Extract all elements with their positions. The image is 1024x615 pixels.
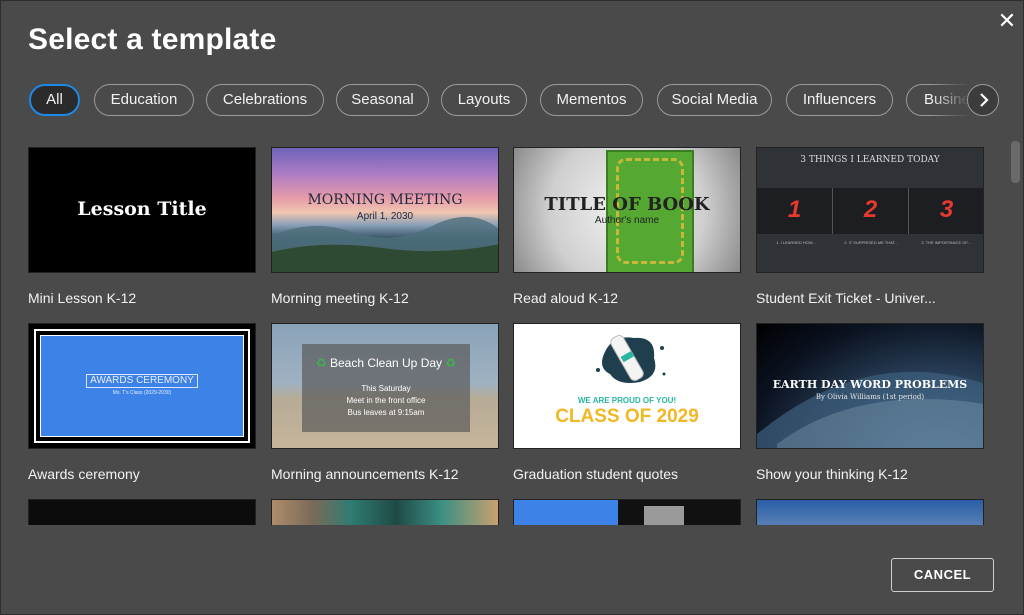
- thumb-number: 1: [787, 196, 802, 223]
- template-name: Morning announcements K-12: [271, 466, 459, 482]
- template-name: Mini Lesson K-12: [28, 290, 137, 306]
- filter-chip-celebrations[interactable]: Celebrations: [206, 84, 324, 116]
- thumb-title: TITLE OF BOOK: [544, 194, 710, 215]
- template-thumbnail: Lesson Title: [28, 147, 256, 273]
- close-icon[interactable]: ✕: [995, 9, 1019, 33]
- diploma-icon: [596, 335, 666, 383]
- thumb-footnote: 3. THE IMPORTANCE OF...: [921, 240, 971, 245]
- thumb-photo: [644, 506, 684, 525]
- chevron-right-icon[interactable]: [967, 84, 999, 116]
- template-thumbnail: MORNING MEETING April 1, 2030: [271, 147, 499, 273]
- template-grid: Lesson Title Mini Lesson K-12 MORNING ME…: [1, 139, 1024, 525]
- thumb-subtitle: Author's name: [594, 215, 660, 226]
- filter-chip-layouts[interactable]: Layouts: [441, 84, 527, 116]
- thumb-line: Bus leaves at 9:15am: [347, 408, 425, 417]
- template-thumbnail: AWARDS CEREMONY Ms. T's Class (2029-2030…: [28, 323, 256, 449]
- chips-fade: [931, 84, 969, 118]
- template-name: Graduation student quotes: [513, 466, 679, 482]
- template-name: Read aloud K-12: [513, 290, 619, 306]
- thumb-subtitle: Ms. T's Class (2029-2030): [112, 390, 172, 396]
- filter-chip-seasonal[interactable]: Seasonal: [336, 84, 429, 116]
- thumb-title: AWARDS CEREMONY: [86, 374, 198, 388]
- template-thumbnail: [271, 499, 499, 525]
- thumb-title: Lesson Title: [77, 198, 207, 220]
- thumb-footnote: 2. IT SURPRISED ME THAT...: [844, 240, 898, 245]
- filter-chip-all[interactable]: All: [29, 84, 80, 116]
- recycle-icon: ♻: [445, 356, 457, 370]
- template-thumbnail: [28, 499, 256, 525]
- template-thumbnail: 3 THINGS I LEARNED TODAY 1 2 3 1. I LEAR…: [756, 147, 984, 273]
- thumb-footnote: 1. I LEARNED HOW...: [776, 240, 816, 245]
- template-thumbnail: EARTH DAY WORD PROBLEMS By Olivia Willia…: [756, 323, 984, 449]
- filter-chip-influencers[interactable]: Influencers: [786, 84, 893, 116]
- thumb-subtitle: April 1, 2030: [356, 211, 414, 222]
- thumb-title: MORNING MEETING: [307, 192, 463, 208]
- cancel-button[interactable]: CANCEL: [891, 558, 994, 592]
- recycle-icon: ♻: [315, 356, 327, 370]
- template-name: Awards ceremony: [28, 466, 140, 482]
- thumb-title: EARTH DAY WORD PROBLEMS: [772, 378, 968, 391]
- scrollbar-thumb[interactable]: [1011, 141, 1020, 183]
- template-thumbnail: TITLE OF BOOK Author's name: [513, 147, 741, 273]
- thumb-number: 2: [863, 196, 878, 223]
- thumb-subtitle: By Olivia Williams (1st period): [815, 393, 925, 401]
- thumb-number: 3: [939, 196, 954, 223]
- filter-chips: All Education Celebrations Seasonal Layo…: [29, 84, 969, 118]
- filter-chip-mementos[interactable]: Mementos: [540, 84, 643, 116]
- template-thumbnail: ♻ Beach Clean Up Day ♻ This Saturday Mee…: [271, 323, 499, 449]
- filter-chip-education[interactable]: Education: [94, 84, 194, 116]
- template-name: Student Exit Ticket - Univer...: [756, 290, 936, 306]
- thumb-title: 3 THINGS I LEARNED TODAY: [800, 155, 940, 165]
- template-name: Show your thinking K-12: [756, 466, 908, 482]
- thumb-title: CLASS OF 2029: [555, 406, 699, 427]
- template-dialog: Select a template ✕ All Education Celebr…: [0, 0, 1024, 615]
- thumb-title: ♻ Beach Clean Up Day ♻: [315, 356, 457, 370]
- template-name: Morning meeting K-12: [271, 290, 409, 306]
- thumb-subtitle: WE ARE PROUD OF YOU!: [577, 396, 677, 405]
- thumb-line: Meet in the front office: [346, 396, 426, 405]
- template-thumbnail: WE ARE PROUD OF YOU! CLASS OF 2029: [513, 323, 741, 449]
- filter-chip-social-media[interactable]: Social Media: [657, 84, 772, 116]
- template-thumbnail: [513, 499, 741, 525]
- template-thumbnail: [756, 499, 984, 525]
- dialog-title: Select a template: [28, 23, 277, 56]
- thumb-line: This Saturday: [361, 384, 411, 393]
